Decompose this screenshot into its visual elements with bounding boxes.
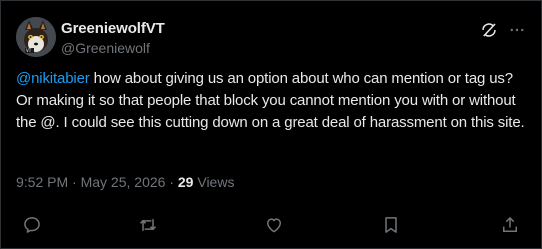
retweet-icon bbox=[139, 219, 157, 231]
display-name[interactable]: GreeniewolfVT bbox=[61, 20, 165, 38]
wolf-avatar-icon: VT bbox=[16, 17, 56, 57]
like-icon bbox=[267, 218, 281, 233]
user-handle[interactable]: @Greeniewolf bbox=[61, 39, 165, 57]
grok-icon bbox=[482, 23, 496, 37]
meta-separator-2: · bbox=[165, 174, 178, 190]
svg-text:VT: VT bbox=[26, 48, 32, 53]
mention-link[interactable]: @nikitabier bbox=[16, 70, 90, 87]
tweet-text: @nikitabier how about giving us an optio… bbox=[16, 68, 531, 134]
tweet-card: VT GreeniewolfVT @Greeniewolf @nikitabie… bbox=[0, 0, 542, 249]
tweet-body: how about giving us an option about who … bbox=[16, 70, 525, 131]
avatar[interactable]: VT bbox=[16, 17, 56, 57]
share-button[interactable] bbox=[498, 213, 522, 237]
like-button[interactable] bbox=[262, 213, 286, 237]
share-icon bbox=[503, 216, 517, 232]
more-icon bbox=[510, 28, 524, 32]
bookmark-icon bbox=[385, 217, 397, 233]
views-count[interactable]: 29 bbox=[178, 174, 194, 190]
tweet-date[interactable]: May 25, 2026 bbox=[81, 174, 166, 190]
header-actions bbox=[479, 20, 527, 40]
bookmark-button[interactable] bbox=[379, 213, 403, 237]
retweet-button[interactable] bbox=[136, 213, 160, 237]
grok-button[interactable] bbox=[479, 20, 499, 40]
reply-icon bbox=[24, 217, 40, 233]
meta-separator: · bbox=[68, 174, 81, 190]
tweet-meta: 9:52 PM · May 25, 2026 · 29 Views bbox=[16, 173, 234, 191]
user-names: GreeniewolfVT @Greeniewolf bbox=[61, 20, 165, 57]
tweet-time[interactable]: 9:52 PM bbox=[16, 174, 68, 190]
reply-button[interactable] bbox=[20, 213, 44, 237]
more-button[interactable] bbox=[507, 20, 527, 40]
tweet-header: VT GreeniewolfVT @Greeniewolf bbox=[16, 17, 527, 59]
action-bar bbox=[16, 213, 526, 237]
views-label: Views bbox=[197, 174, 235, 190]
